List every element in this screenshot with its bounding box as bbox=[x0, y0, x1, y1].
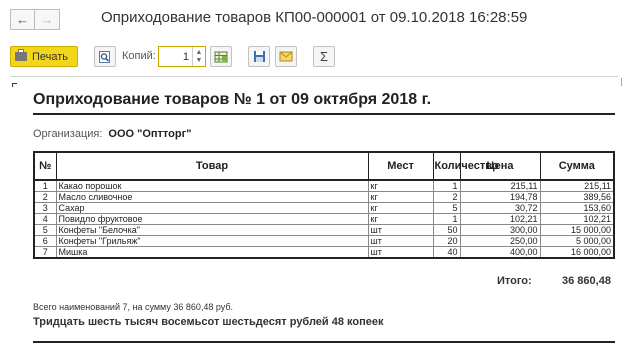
cell-n: 5 bbox=[34, 225, 56, 236]
cell-sum: 153,60 bbox=[540, 203, 614, 214]
cell-name: Мишка bbox=[56, 247, 368, 259]
sum-button[interactable]: Σ bbox=[313, 46, 335, 67]
cell-n: 2 bbox=[34, 192, 56, 203]
cell-name: Повидло фруктовое bbox=[56, 214, 368, 225]
cell-qty: 1 bbox=[433, 180, 460, 192]
total-value: 36 860,48 bbox=[562, 275, 611, 287]
table-row: 2Масло сливочноекг2кг194,78389,56 bbox=[34, 192, 614, 203]
floppy-disk-icon bbox=[253, 50, 266, 63]
printer-icon bbox=[15, 52, 27, 61]
magnifier-page-icon bbox=[98, 50, 112, 64]
organization-label: Организация: bbox=[33, 128, 102, 140]
title-divider bbox=[33, 113, 615, 115]
column-header: Количество bbox=[433, 152, 460, 180]
arrow-left-icon: ← bbox=[16, 12, 29, 27]
cell-qty: 1 bbox=[433, 214, 460, 225]
print-button[interactable]: Печать bbox=[10, 46, 78, 67]
cell-n: 4 bbox=[34, 214, 56, 225]
cell-qty: 50 bbox=[433, 225, 460, 236]
cell-name: Конфеты "Белочка" bbox=[56, 225, 368, 236]
print-button-label: Печать bbox=[32, 51, 68, 63]
scrollbar[interactable] bbox=[617, 78, 622, 86]
copies-label: Копий: bbox=[122, 50, 156, 62]
cell-sum: 102,21 bbox=[540, 214, 614, 225]
cell-name: Масло сливочное bbox=[56, 192, 368, 203]
cell-unit1: кг bbox=[368, 214, 433, 225]
cell-qty: 40 bbox=[433, 247, 460, 259]
back-button[interactable]: ← bbox=[10, 9, 35, 30]
cell-unit1: кг bbox=[368, 203, 433, 214]
settings-button[interactable] bbox=[210, 46, 232, 67]
amount-in-words: Тридцать шесть тысяч восемьсот шестьдеся… bbox=[33, 316, 384, 328]
spin-down-icon[interactable]: ▼ bbox=[196, 57, 203, 65]
cell-sum: 5 000,00 bbox=[540, 236, 614, 247]
copies-spinner[interactable]: ▲ ▼ bbox=[192, 47, 205, 66]
column-header: Сумма bbox=[540, 152, 614, 180]
table-row: 1Какао порошоккг1кг215,11215,11 bbox=[34, 180, 614, 192]
cell-unit1: кг bbox=[368, 180, 433, 192]
forward-button[interactable]: → bbox=[35, 9, 60, 30]
cell-price: 215,11 bbox=[460, 180, 540, 192]
cell-sum: 16 000,00 bbox=[540, 247, 614, 259]
copies-value: 1 bbox=[159, 51, 192, 63]
table-settings-icon bbox=[214, 50, 228, 64]
organization-value: ООО "Оптторг" bbox=[108, 128, 191, 140]
sigma-icon: Σ bbox=[320, 49, 328, 64]
cell-sum: 389,56 bbox=[540, 192, 614, 203]
cell-name: Сахар bbox=[56, 203, 368, 214]
cell-price: 400,00 bbox=[460, 247, 540, 259]
cell-name: Конфеты "Грильяж" bbox=[56, 236, 368, 247]
copies-input[interactable]: 1 ▲ ▼ bbox=[158, 46, 206, 67]
footer-divider bbox=[33, 341, 615, 343]
send-email-button[interactable] bbox=[275, 46, 297, 67]
table-header-row: № Товар Мест Количество Цена Сумма bbox=[34, 152, 614, 180]
table-row: 4Повидло фруктовоекг1кг102,21102,21 bbox=[34, 214, 614, 225]
cell-price: 30,72 bbox=[460, 203, 540, 214]
envelope-icon bbox=[279, 51, 293, 62]
table-row: 7Мишкашт40шт400,0016 000,00 bbox=[34, 247, 614, 259]
cell-n: 6 bbox=[34, 236, 56, 247]
cell-unit1: шт bbox=[368, 247, 433, 259]
cell-price: 102,21 bbox=[460, 214, 540, 225]
cell-sum: 215,11 bbox=[540, 180, 614, 192]
summary-text: Всего наименований 7, на сумму 36 860,48… bbox=[33, 302, 233, 312]
cell-sum: 15 000,00 bbox=[540, 225, 614, 236]
table-row: 3Сахаркг5кг30,72153,60 bbox=[34, 203, 614, 214]
arrow-right-icon: → bbox=[41, 12, 54, 27]
cell-qty: 20 bbox=[433, 236, 460, 247]
table-row: 5Конфеты "Белочка"шт50шт300,0015 000,00 bbox=[34, 225, 614, 236]
column-header: № bbox=[34, 152, 56, 180]
cell-n: 1 bbox=[34, 180, 56, 192]
total-label: Итого: bbox=[497, 275, 532, 287]
table-row: 6Конфеты "Грильяж"шт20шт250,005 000,00 bbox=[34, 236, 614, 247]
cell-qty: 2 bbox=[433, 192, 460, 203]
cell-name: Какао порошок bbox=[56, 180, 368, 192]
cell-unit1: шт bbox=[368, 236, 433, 247]
window-title: Оприходование товаров КП00-000001 от 09.… bbox=[101, 9, 527, 26]
items-table: № Товар Мест Количество Цена Сумма 1Кака… bbox=[33, 151, 615, 259]
navigation-buttons: ← → bbox=[10, 9, 60, 30]
cell-price: 194,78 bbox=[460, 192, 540, 203]
column-header: Мест bbox=[368, 152, 433, 180]
spin-up-icon[interactable]: ▲ bbox=[196, 49, 203, 57]
save-button[interactable] bbox=[248, 46, 270, 67]
organization-line: Организация: ООО "Оптторг" bbox=[33, 128, 191, 140]
cell-qty: 5 bbox=[433, 203, 460, 214]
document-title: Оприходование товаров № 1 от 09 октября … bbox=[33, 91, 431, 109]
cell-price: 250,00 bbox=[460, 236, 540, 247]
cell-unit1: шт bbox=[368, 225, 433, 236]
cell-unit1: кг bbox=[368, 192, 433, 203]
column-header: Товар bbox=[56, 152, 368, 180]
preview-button[interactable] bbox=[94, 46, 116, 67]
page-corner-mark bbox=[12, 83, 17, 87]
cell-n: 7 bbox=[34, 247, 56, 259]
cell-price: 300,00 bbox=[460, 225, 540, 236]
cell-n: 3 bbox=[34, 203, 56, 214]
